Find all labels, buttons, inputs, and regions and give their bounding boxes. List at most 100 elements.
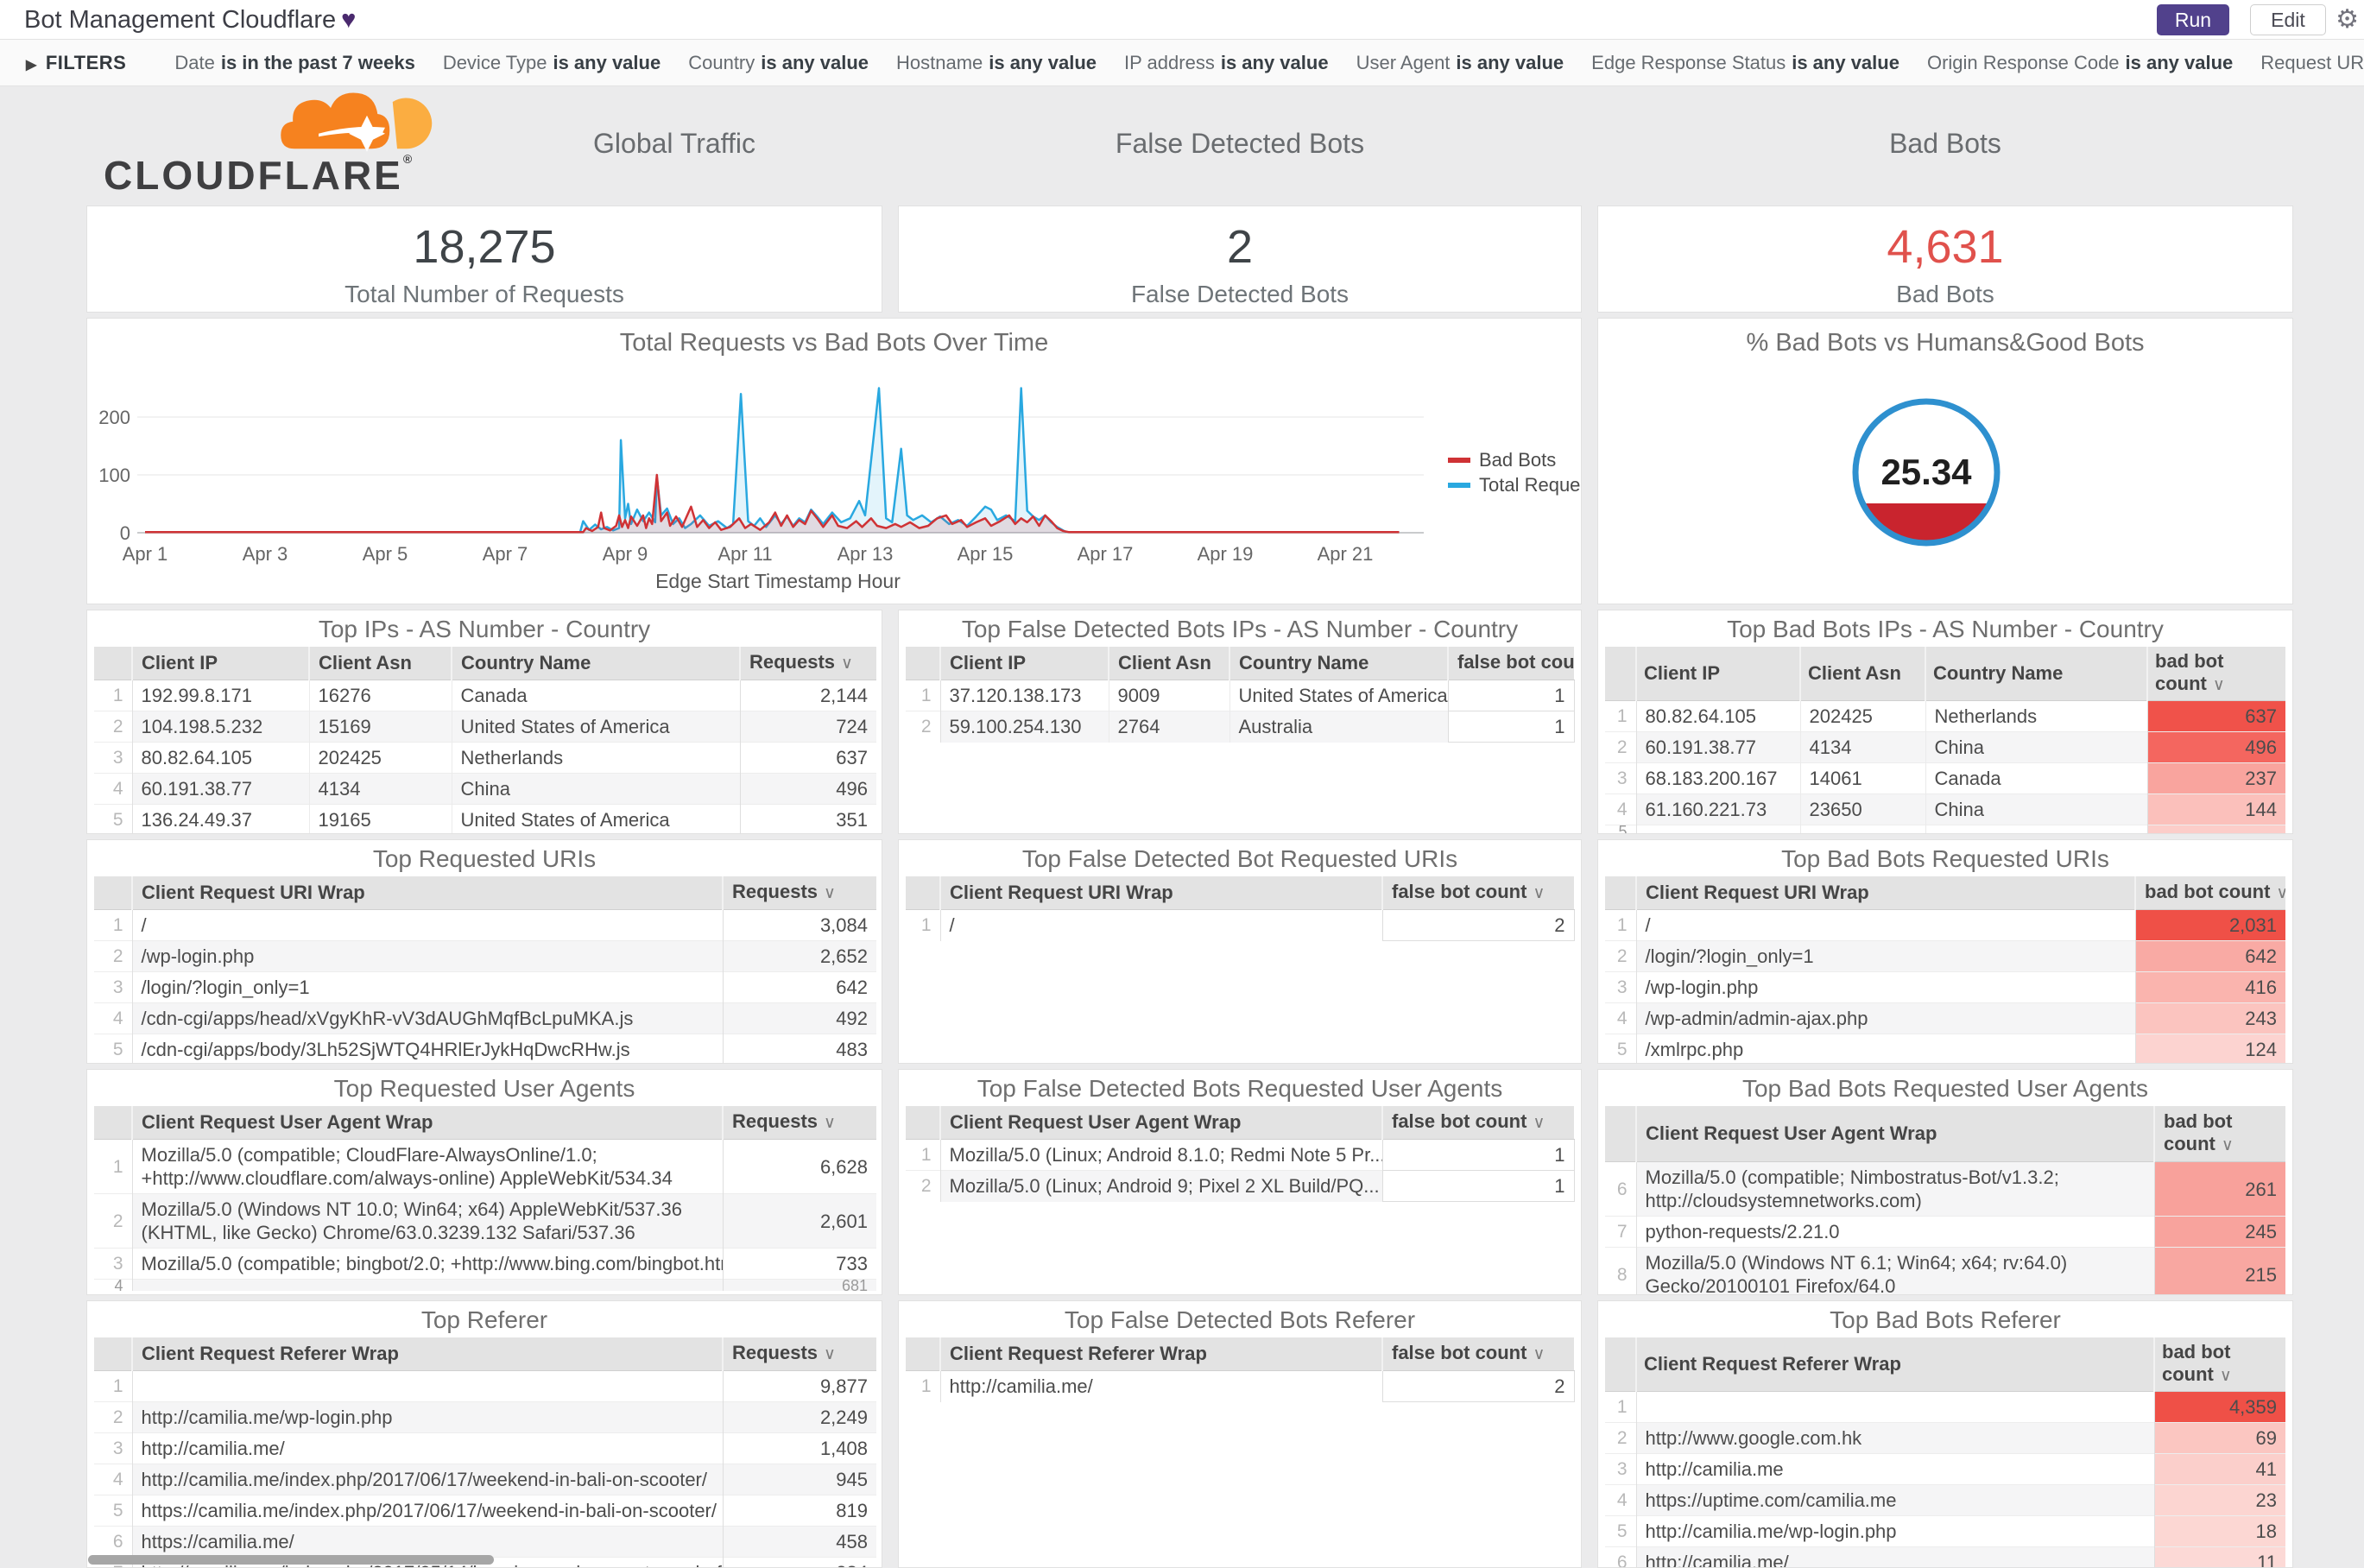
column-header[interactable]: Client Request URI Wrap — [1635, 876, 2135, 910]
table-row[interactable]: 5 136.24.49.37 19165 United States of Ameri… — [94, 804, 876, 833]
column-header[interactable]: bad bot count∨ — [2146, 647, 2285, 701]
legend-item[interactable]: Bad Bots — [1448, 449, 1556, 471]
column-header[interactable]: Client Request URI Wrap — [939, 876, 1382, 910]
table-row[interactable]: 6 Mozilla/5.0 (compatible; Nimbostratus-B… — [1605, 1161, 2285, 1217]
column-header[interactable]: Client Request Referer Wrap — [1635, 1337, 2154, 1392]
sort-caret-icon: ∨ — [2212, 676, 2225, 694]
table-row[interactable]: 1/2 — [906, 909, 1575, 941]
table-row[interactable]: 2 59.100.254.130 2764 Australia 1 — [906, 711, 1575, 743]
column-header[interactable]: Client Asn — [1799, 647, 1925, 701]
table-row[interactable]: 2/login/?login_only=1 642 — [1605, 940, 2285, 972]
data-cell: Mozilla/5.0 (Windows NT 10.0; Win64; x64… — [131, 1193, 723, 1249]
table-row[interactable]: 4 681 — [94, 1279, 876, 1291]
column-header[interactable]: false bot count∨ — [1381, 876, 1574, 910]
column-header[interactable]: Requests ∨ — [722, 1337, 876, 1371]
column-header[interactable]: Country Name — [1925, 647, 2147, 701]
table-row[interactable]: 1/3,084 — [94, 909, 876, 941]
table-row[interactable]: 2 60.191.38.77 4134 China 496 — [1605, 731, 2285, 763]
column-header[interactable]: Country Name — [1229, 647, 1448, 680]
table-row[interactable]: 2 Mozilla/5.0 (Linux; Android 9; Pixel 2 … — [906, 1170, 1575, 1202]
filter-item[interactable]: Device Type is any value — [443, 52, 661, 73]
gear-icon[interactable]: ⚙ — [2336, 3, 2359, 36]
column-header[interactable]: bad bot count∨ — [2134, 876, 2285, 910]
table-row[interactable]: 4 https://uptime.com/camilia.me 23 — [1605, 1484, 2285, 1516]
table-row[interactable]: 2 http://www.google.com.hk 69 — [1605, 1422, 2285, 1454]
column-header[interactable]: bad bot count∨ — [2153, 1106, 2285, 1162]
count-cell: 6,628 — [722, 1139, 876, 1194]
filters-toggle[interactable]: ▶ FILTERS — [26, 52, 126, 74]
table-row[interactable]: 6 https://camilia.me/458 — [94, 1526, 876, 1558]
table-row[interactable]: 4 http://camilia.me/index.php/2017/06/17/… — [94, 1464, 876, 1495]
column-header[interactable]: Country Name — [451, 647, 740, 680]
table-row[interactable]: 1 Mozilla/5.0 (Linux; Android 8.1.0; Redm… — [906, 1139, 1575, 1171]
data-cell: 15169 — [308, 711, 452, 743]
column-header[interactable]: Client Request User Agent Wrap — [1635, 1106, 2154, 1162]
column-header[interactable]: Requests ∨ — [739, 647, 876, 680]
table-row[interactable]: 4/cdn-cgi/apps/head/xVgyKhR-vV3dAUGhMqfB… — [94, 1002, 876, 1034]
column-header[interactable]: Client Asn — [308, 647, 452, 680]
column-header[interactable]: Requests ∨ — [722, 876, 876, 910]
column-header[interactable]: Client IP — [131, 647, 309, 680]
table-row[interactable]: 2/wp-login.php 2,652 — [94, 940, 876, 972]
table-row[interactable]: 1 192.99.8.171 16276 Canada 2,144 — [94, 680, 876, 711]
column-header[interactable]: Requests ∨ — [722, 1106, 876, 1140]
table-row[interactable]: 3 68.183.200.167 14061 Canada 237 — [1605, 762, 2285, 794]
table-row[interactable]: 5 — [1605, 825, 2285, 833]
table-row[interactable]: 2 104.198.5.232 15169 United States of Amer… — [94, 711, 876, 743]
table-row[interactable]: 5/xmlrpc.php 124 — [1605, 1034, 2285, 1063]
table-row[interactable]: 1 80.82.64.105 202425 Netherlands 637 — [1605, 700, 2285, 732]
table-row[interactable]: 1 Mozilla/5.0 (compatible; CloudFlare-Alw… — [94, 1139, 876, 1194]
table-row[interactable]: 4 61.160.221.73 23650 China 144 — [1605, 793, 2285, 825]
column-header[interactable]: Client Request User Agent Wrap — [131, 1106, 723, 1140]
table-row[interactable]: 3 http://camilia.me/1,408 — [94, 1432, 876, 1464]
column-header[interactable]: Client Request Referer Wrap — [939, 1337, 1382, 1371]
column-header[interactable]: Client Request URI Wrap — [131, 876, 723, 910]
run-button[interactable]: Run — [2157, 4, 2229, 35]
table-row[interactable]: 4/wp-admin/admin-ajax.php 243 — [1605, 1002, 2285, 1034]
filter-item[interactable]: Origin Response Code is any value — [1927, 52, 2233, 73]
table-row[interactable]: 3/login/?login_only=1 642 — [94, 971, 876, 1003]
table-row[interactable]: 3 http://camilia.me 41 — [1605, 1453, 2285, 1485]
table-row[interactable]: 1 4,359 — [1605, 1391, 2285, 1423]
table-row[interactable]: 1 http://camilia.me/2 — [906, 1370, 1575, 1402]
table-row[interactable]: 3/wp-login.php 416 — [1605, 971, 2285, 1003]
table-row[interactable]: 1/2,031 — [1605, 909, 2285, 941]
column-header[interactable]: Client IP — [1635, 647, 1800, 701]
column-header[interactable]: Client Request Referer Wrap — [131, 1337, 723, 1371]
table-row[interactable]: 6 http://camilia.me/11 — [1605, 1546, 2285, 1567]
table-row[interactable]: 1 37.120.138.173 9009 United States of Amer… — [906, 680, 1575, 711]
column-header[interactable]: Client Request User Agent Wrap — [939, 1106, 1382, 1140]
data-cell: http://camilia.me/ — [131, 1432, 723, 1464]
table-row[interactable]: 2 Mozilla/5.0 (Windows NT 10.0; Win64; x6… — [94, 1193, 876, 1249]
table-row[interactable]: 5 http://camilia.me/wp-login.php 18 — [1605, 1515, 2285, 1547]
column-header[interactable]: false bot count∨ — [1447, 647, 1574, 680]
column-header[interactable]: Client IP — [939, 647, 1109, 680]
column-header[interactable]: false bot count∨ — [1381, 1337, 1574, 1371]
filter-item[interactable]: Request URIis any value — [2260, 52, 2364, 73]
filter-item[interactable]: IP address is any value — [1124, 52, 1329, 73]
edit-button[interactable]: Edit — [2250, 4, 2326, 35]
data-cell: Mozilla/5.0 (compatible; CloudFlare-Alwa… — [131, 1139, 723, 1194]
filter-item[interactable]: Date is in the past 7 weeks — [174, 52, 414, 73]
table-row[interactable]: 3 80.82.64.105 202425 Netherlands 637 — [94, 742, 876, 774]
table-row[interactable]: 5/cdn-cgi/apps/body/3Lh52SjWTQ4HRlErJykH… — [94, 1034, 876, 1063]
table-row[interactable]: 7 python-requests/2.21.0 245 — [1605, 1216, 2285, 1248]
column-header[interactable]: false bot count∨ — [1381, 1106, 1574, 1140]
column-header[interactable]: Client Asn — [1108, 647, 1229, 680]
row-number: 1 — [94, 1370, 133, 1402]
count-cell: 69 — [2153, 1422, 2285, 1454]
filter-item[interactable]: Country is any value — [688, 52, 869, 73]
legend-item[interactable]: Total Requests — [1448, 474, 1581, 496]
column-header[interactable]: bad bot count∨ — [2153, 1337, 2285, 1392]
table-row[interactable]: 2 http://camilia.me/wp-login.php 2,249 — [94, 1401, 876, 1433]
table-row[interactable]: 4 60.191.38.77 4134 China 496 — [94, 773, 876, 805]
data-cell: Mozilla/5.0 (compatible; bingbot/2.0; +h… — [131, 1248, 723, 1280]
table-row[interactable]: 1 9,877 — [94, 1370, 876, 1402]
filter-item[interactable]: User Agent is any value — [1356, 52, 1564, 73]
horizontal-scrollbar[interactable] — [88, 1555, 494, 1565]
filter-item[interactable]: Edge Response Status is any value — [1591, 52, 1899, 73]
table-row[interactable]: 8 Mozilla/5.0 (Windows NT 6.1; Win64; x64… — [1605, 1247, 2285, 1294]
table-row[interactable]: 3 Mozilla/5.0 (compatible; bingbot/2.0; +… — [94, 1248, 876, 1280]
filter-item[interactable]: Hostname is any value — [896, 52, 1097, 73]
table-row[interactable]: 5 https://camilia.me/index.php/2017/06/17… — [94, 1495, 876, 1527]
